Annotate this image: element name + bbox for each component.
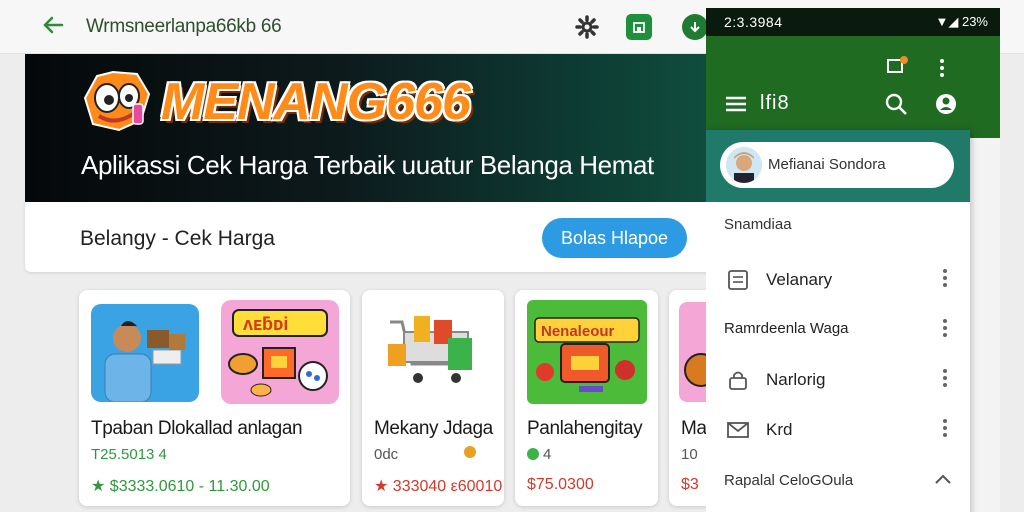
product-image: ᴧᴇƃᴅi bbox=[221, 300, 339, 404]
drawer-item-ramrdeenla[interactable]: Ramrdeenla Waga bbox=[706, 306, 970, 354]
status-time: 2:3.3984 bbox=[724, 14, 783, 30]
drawer-item-krd[interactable]: Krd bbox=[706, 406, 970, 454]
gear-icon[interactable] bbox=[574, 14, 600, 40]
phone-overlay: 2:3.3984 ▼◢ 23% lfi8 Mefianai Sondora Sn… bbox=[706, 8, 1000, 512]
more-vert-icon[interactable] bbox=[942, 366, 948, 390]
coin-icon bbox=[464, 446, 476, 458]
search-icon[interactable] bbox=[884, 92, 908, 121]
cta-button[interactable]: Bolas Hlapoe bbox=[542, 218, 687, 258]
product-subtext: 0dc bbox=[374, 446, 399, 463]
profile-name: Mefianai Sondora bbox=[768, 156, 886, 173]
chevron-up-icon[interactable] bbox=[934, 472, 952, 490]
hero-banner: MENANG666 Aplikassi Cek Harga Terbaik uu… bbox=[25, 54, 725, 202]
more-vert-icon[interactable] bbox=[942, 316, 948, 340]
product-card[interactable]: Nenaleour Panlahengitay 4 $75.0300 bbox=[515, 290, 658, 506]
download-icon[interactable] bbox=[682, 14, 708, 40]
drawer-item-label: Narlorig bbox=[766, 370, 826, 389]
product-price: ★ $3333.0610 - 11.30.00 bbox=[91, 478, 270, 495]
product-title: Ma bbox=[681, 418, 707, 439]
product-image: Nenaleour bbox=[527, 300, 647, 404]
more-vert-icon[interactable] bbox=[942, 416, 948, 440]
svg-text:ᴧᴇƃᴅi: ᴧᴇƃᴅi bbox=[243, 314, 288, 334]
screen: Wrmsneerlanpa66kb 66 MENANG666 Aplikassi… bbox=[0, 0, 1024, 512]
profile-card[interactable]: Mefianai Sondora bbox=[720, 142, 954, 188]
product-price: ★ 333040 ε60010 bbox=[374, 478, 503, 495]
overflow-menu-icon[interactable] bbox=[940, 56, 944, 80]
document-icon bbox=[726, 268, 750, 292]
product-title: Mekany Jdaga bbox=[374, 418, 493, 439]
lock-icon bbox=[726, 368, 750, 392]
drawer-header: Mefianai Sondora bbox=[706, 130, 970, 202]
drawer-item-narlorig[interactable]: Narlorig bbox=[706, 356, 970, 404]
avatar bbox=[726, 147, 762, 183]
drawer-item-label: Velanary bbox=[766, 270, 833, 289]
hamburger-menu-icon[interactable] bbox=[726, 96, 746, 117]
drawer-item-label: Krd bbox=[766, 420, 793, 439]
section-header: Belangy - Cek Harga Bolas Hlapoe bbox=[25, 202, 715, 272]
svg-text:Nenaleour: Nenaleour bbox=[541, 323, 615, 340]
product-card[interactable]: Mekany Jdaga 0dc ★ 333040 ε60010 bbox=[362, 290, 504, 506]
more-vert-icon[interactable] bbox=[942, 266, 948, 290]
product-price: $3 bbox=[681, 476, 699, 493]
account-icon[interactable] bbox=[934, 92, 958, 121]
store-icon[interactable] bbox=[626, 14, 652, 40]
app-title: lfi8 bbox=[760, 92, 790, 114]
drawer-item-velanary[interactable]: Velanary bbox=[706, 256, 970, 304]
drawer-section-label: Snamdiaa bbox=[724, 216, 792, 233]
product-subtext: T25.5013 4 bbox=[91, 446, 167, 463]
product-subtext: 10 bbox=[681, 446, 698, 463]
green-dot-icon bbox=[527, 448, 539, 460]
cart-image bbox=[384, 308, 482, 394]
mascot-logo-icon bbox=[79, 68, 151, 134]
brand-logo-text: MENANG666 bbox=[161, 73, 471, 131]
product-title: Tpaban Dlokallad anlagan bbox=[91, 418, 303, 439]
back-arrow-icon[interactable] bbox=[40, 12, 68, 40]
hero-tagline: Aplikassi Cek Harga Terbaik uuatur Belan… bbox=[81, 150, 654, 180]
status-bar: 2:3.3984 ▼◢ 23% bbox=[706, 8, 1000, 36]
section-title: Belangy - Cek Harga bbox=[80, 227, 275, 250]
tab-icon[interactable] bbox=[886, 56, 908, 79]
drawer-item-label: Ramrdeenla Waga bbox=[724, 320, 849, 337]
url-text[interactable]: Wrmsneerlanpa66kb 66 bbox=[86, 16, 282, 38]
app-bar: lfi8 bbox=[706, 36, 1000, 138]
navigation-drawer: Mefianai Sondora Snamdiaa Velanary Ramrd… bbox=[706, 130, 970, 512]
status-indicators: ▼◢ 23% bbox=[935, 14, 989, 29]
product-subtext: 4 bbox=[543, 446, 552, 463]
product-title: Panlahengitay bbox=[527, 418, 643, 439]
mail-icon bbox=[726, 418, 750, 442]
drawer-section-label: Rapalal CeloGOula bbox=[724, 472, 854, 489]
product-card[interactable]: ᴧᴇƃᴅi Tpaban Dlokallad anlagan T25.5013 … bbox=[79, 290, 350, 506]
product-price: $75.0300 bbox=[527, 476, 594, 493]
product-image bbox=[91, 304, 199, 402]
